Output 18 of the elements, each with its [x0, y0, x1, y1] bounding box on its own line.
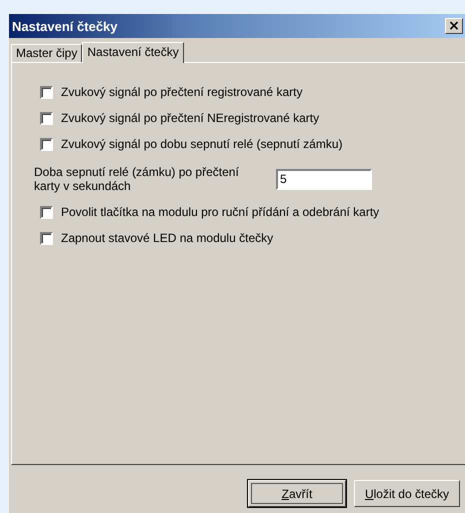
- tab[interactable]: Nastavení čtečky: [82, 42, 184, 63]
- checkbox[interactable]: [40, 206, 53, 218]
- tab[interactable]: Master čipy: [11, 44, 82, 62]
- checkbox-label: Povolit tlačítka na modulu pro ruční přídání a odebrání karty: [61, 205, 380, 219]
- checkbox-label: Zvukový signál po dobu sepnutí relé (sepnutí zámku): [61, 137, 342, 151]
- close-button[interactable]: ×: [445, 18, 463, 34]
- input-field[interactable]: 5: [276, 168, 372, 190]
- dialog-button[interactable]: Uložit do čtečky: [354, 480, 460, 507]
- checkbox[interactable]: [40, 86, 53, 98]
- checkbox-label: Zapnout stavové LED na modulu čtečky: [61, 231, 274, 245]
- dialog-button[interactable]: Zavřít: [248, 480, 346, 507]
- checkbox-label: Zvukový signál po přečtení NEregistrované karty: [61, 111, 320, 125]
- checkbox[interactable]: [40, 232, 53, 244]
- checkbox[interactable]: [40, 138, 53, 150]
- field-label: Doba sepnutí relé (zámku) po přečtení karty v sekundách: [34, 165, 240, 193]
- window-title: Nastavení čtečky: [12, 18, 118, 34]
- checkbox-label: Zvukový signál po přečtení registrované karty: [61, 85, 302, 99]
- checkbox[interactable]: [40, 112, 53, 124]
